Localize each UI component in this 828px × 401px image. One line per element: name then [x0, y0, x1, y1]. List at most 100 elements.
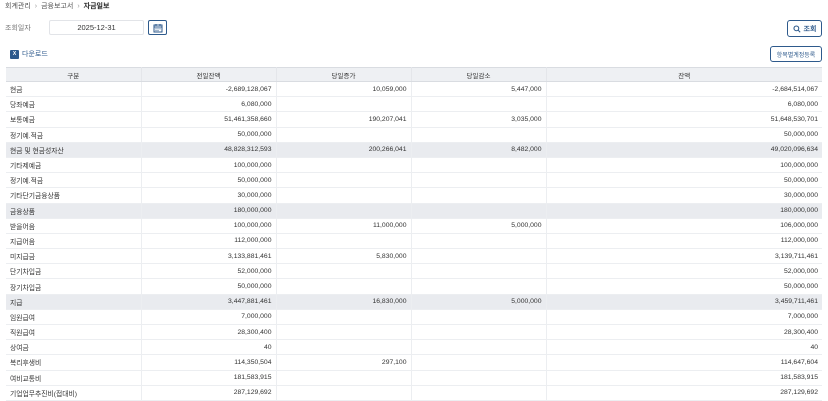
cell-balance: 52,000,000: [546, 263, 822, 280]
cell-increase: 5,830,000: [276, 248, 412, 265]
cell-increase: [276, 203, 412, 219]
cell-prev-balance: -2,689,128,067: [141, 81, 277, 98]
subtotal-row[interactable]: 금융상품 180,000,000 180,000,000: [6, 203, 822, 219]
cell-increase: 297,100: [276, 354, 412, 371]
table-row[interactable]: 장기차입금 50,000,000 50,000,000: [6, 278, 822, 295]
cell-increase: [276, 370, 412, 386]
cell-balance: 3,139,711,461: [546, 248, 822, 265]
col-header[interactable]: 구분: [6, 67, 142, 82]
col-header[interactable]: 잔액: [546, 67, 822, 82]
table-row[interactable]: 미지급금 3,133,881,461 5,830,000 3,139,711,461: [6, 248, 822, 265]
cell-increase: [276, 385, 412, 401]
cell-label: 복리후생비: [6, 354, 142, 371]
cell-prev-balance: 3,133,881,461: [141, 248, 277, 265]
cell-balance: 40: [546, 339, 822, 356]
cell-decrease: [411, 354, 547, 371]
table-row[interactable]: 상여금 40 40: [6, 339, 822, 356]
cell-prev-balance: 3,447,881,461: [141, 294, 277, 310]
cell-increase: 16,830,000: [276, 294, 412, 310]
cell-label: 지급: [6, 294, 142, 310]
cell-balance: 7,000,000: [546, 309, 822, 326]
col-header[interactable]: 당일증가: [276, 67, 412, 82]
cell-balance: 106,000,000: [546, 218, 822, 234]
cell-decrease: [411, 339, 547, 356]
cell-decrease: 3,035,000: [411, 111, 547, 128]
date-input[interactable]: 2025-12-31: [49, 20, 144, 35]
cell-label: 받을어음: [6, 218, 142, 234]
cell-increase: [276, 324, 412, 341]
cell-decrease: [411, 157, 547, 174]
download-button[interactable]: X 다운로드: [10, 49, 48, 59]
cell-prev-balance: 100,000,000: [141, 218, 277, 234]
cell-prev-balance: 287,129,692: [141, 385, 277, 401]
table-row[interactable]: 정기예.적금 50,000,000 50,000,000: [6, 172, 822, 189]
cell-increase: [276, 263, 412, 280]
table-row[interactable]: 지급어음 112,000,000 112,000,000: [6, 233, 822, 250]
filter-date-label: 조회일자: [5, 25, 31, 32]
table-row[interactable]: 기타제예금 100,000,000 100,000,000: [6, 157, 822, 174]
cell-prev-balance: 28,300,400: [141, 324, 277, 341]
cell-balance: 181,583,915: [546, 370, 822, 386]
cell-label: 기업업무추진비(접대비): [6, 385, 142, 401]
cell-label: 여비교통비: [6, 370, 142, 386]
breadcrumb: 회계관리 › 금융보고서 › 자금일보: [5, 0, 109, 12]
cell-decrease: 8,482,000: [411, 142, 547, 158]
cell-label: 현금 및 현금성자산: [6, 142, 142, 158]
cell-increase: [276, 96, 412, 113]
cell-balance: 30,000,000: [546, 187, 822, 204]
cell-balance: 100,000,000: [546, 157, 822, 174]
cell-prev-balance: 7,000,000: [141, 309, 277, 326]
cell-balance: 3,459,711,461: [546, 294, 822, 310]
chevron-right-icon: ›: [34, 2, 38, 10]
table-row[interactable]: 기타단기금융상품 30,000,000 30,000,000: [6, 187, 822, 204]
daily-fund-table: 구분 전일잔액 당일증가 당일감소 잔액 현금 -2,689,128,067 10,…: [6, 67, 822, 401]
cell-decrease: [411, 278, 547, 295]
table-row[interactable]: 현금 -2,689,128,067 10,059,000 5,447,000 -2,68…: [6, 81, 822, 98]
table-row[interactable]: 단기차입금 52,000,000 52,000,000: [6, 263, 822, 280]
cell-balance: 6,080,000: [546, 96, 822, 113]
cell-prev-balance: 52,000,000: [141, 263, 277, 280]
table-row[interactable]: 여비교통비 181,583,915 181,583,915: [6, 370, 822, 386]
table-row[interactable]: 정기예.적금 50,000,000 50,000,000: [6, 127, 822, 143]
cell-label: 상여금: [6, 339, 142, 356]
chevron-right-icon: ›: [77, 2, 80, 10]
col-header[interactable]: 당일감소: [411, 67, 547, 82]
cell-label: 정기예.적금: [6, 172, 142, 189]
table-row[interactable]: 기업업무추진비(접대비) 287,129,692 287,129,692: [6, 385, 822, 401]
cell-balance: 49,020,096,634: [546, 142, 822, 158]
cell-balance: 50,000,000: [546, 278, 822, 295]
cell-balance: 50,000,000: [546, 172, 822, 189]
table-row[interactable]: 보통예금 51,461,358,660 190,207,041 3,035,000 51…: [6, 111, 822, 128]
col-header[interactable]: 전일잔액: [141, 67, 277, 82]
cell-prev-balance: 112,000,000: [141, 233, 277, 250]
cell-decrease: 5,447,000: [411, 81, 547, 98]
breadcrumb-current: 자금일보: [83, 3, 110, 10]
cell-decrease: [411, 309, 547, 326]
cell-decrease: [411, 385, 547, 401]
breadcrumb-item[interactable]: 금융보고서: [41, 1, 73, 11]
cell-label: 기타제예금: [6, 157, 142, 174]
cell-label: 임원급여: [6, 309, 142, 326]
table-row[interactable]: 복리후생비 114,350,504 297,100 114,647,604: [6, 354, 822, 371]
subtotal-row[interactable]: 현금 및 현금성자산 48,828,312,593 200,266,041 8,482…: [6, 142, 822, 158]
cell-prev-balance: 50,000,000: [141, 127, 277, 143]
cell-decrease: 5,000,000: [411, 218, 547, 234]
cell-label: 보통예금: [6, 111, 142, 128]
search-button[interactable]: 조회: [787, 20, 822, 37]
table-row[interactable]: 받을어음 100,000,000 11,000,000 5,000,000 106,00…: [6, 218, 822, 234]
cell-increase: [276, 339, 412, 356]
table-row[interactable]: 직원급여 28,300,400 28,300,400: [6, 324, 822, 341]
cell-label: 단기차입금: [6, 263, 142, 280]
calendar-button[interactable]: [148, 20, 167, 35]
table-row[interactable]: 당좌예금 6,080,000 6,080,000: [6, 96, 822, 113]
subtotal-row[interactable]: 지급 3,447,881,461 16,830,000 5,000,000 3,459,…: [6, 294, 822, 310]
cell-increase: [276, 172, 412, 189]
cell-balance: 50,000,000: [546, 127, 822, 143]
cell-label: 기타단기금융상품: [6, 187, 142, 204]
table-row[interactable]: 임원급여 7,000,000 7,000,000: [6, 309, 822, 326]
cell-balance: 180,000,000: [546, 203, 822, 219]
breadcrumb-item[interactable]: 회계관리: [5, 1, 31, 11]
cell-prev-balance: 50,000,000: [141, 172, 277, 189]
account-settings-button[interactable]: 항목별계정등록: [770, 46, 822, 62]
cell-prev-balance: 40: [141, 339, 277, 356]
